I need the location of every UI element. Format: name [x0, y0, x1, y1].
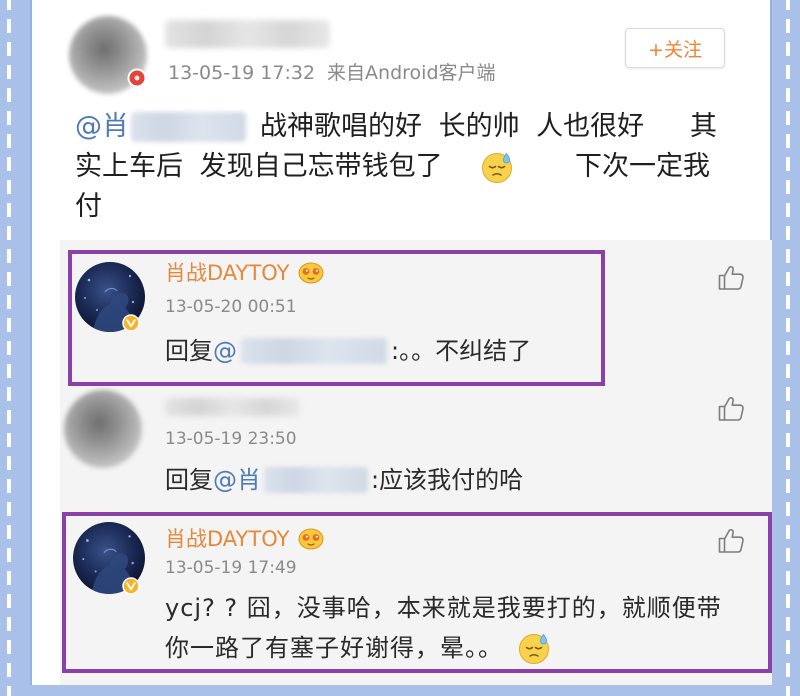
reply-timestamp: 13-05-20 00:51 — [165, 297, 297, 317]
reply-item: 肖战DAYTOY 13-05-20 00:51 回复 @ :。。不纠结了 — [60, 250, 772, 388]
post-meta: 13-05-19 17:32 来自Android客户端 — [168, 62, 496, 84]
reply-body: :。。不纠结了 — [391, 337, 532, 365]
blurred-mention — [264, 467, 368, 493]
reply-prefix: 回复 — [165, 466, 213, 494]
reply-item: 肖战DAYTOY 13-05-19 17:49 ycj? ? 囧，没事哈，本来就… — [60, 512, 772, 677]
author-name[interactable]: 肖战DAYTOY — [165, 257, 289, 287]
blurred-mention — [241, 338, 387, 364]
mention-link[interactable]: @肖 — [75, 107, 129, 147]
post-source: 来自Android客户端 — [327, 62, 496, 84]
reply-prefix: 回复 — [165, 337, 213, 365]
blurred-username — [165, 20, 330, 48]
comment-text: 其 — [690, 111, 717, 142]
author-row: 肖战DAYTOY — [165, 258, 325, 286]
mention-link[interactable]: @ — [213, 336, 237, 366]
author-name[interactable]: 肖战DAYTOY — [165, 523, 289, 553]
reply-text: 回复 @肖 :应该我付的哈 — [165, 465, 523, 495]
author-row: 肖战DAYTOY — [165, 524, 325, 552]
blurred-mention — [131, 112, 246, 142]
reply-text: ycj? ? 囧，没事哈，本来就是我要打的，就顺便带 你一路了有塞子好谢得，晕。… — [165, 588, 722, 668]
verified-badge-icon — [122, 314, 140, 332]
avatar[interactable] — [64, 390, 142, 468]
post-timestamp: 13-05-19 17:32 — [168, 62, 316, 84]
blurred-username — [165, 398, 300, 416]
thumbs-up-icon[interactable] — [716, 525, 746, 555]
follow-button[interactable]: +关注 — [625, 28, 725, 68]
reply-timestamp: 13-05-19 23:50 — [165, 429, 297, 449]
comment-text: 实上车后 发现自己忘带钱包了 — [75, 151, 443, 182]
reply-list: 肖战DAYTOY 13-05-20 00:51 回复 @:。。不纠结了 13-05… — [60, 240, 772, 685]
sweat-emoji-icon — [482, 152, 512, 183]
reply-body-line-wrap: 你一路了有塞子好谢得，晕。。 — [165, 628, 722, 668]
thumbs-up-icon[interactable] — [716, 393, 746, 423]
sweat-emoji-icon — [519, 633, 549, 664]
reply-timestamp: 13-05-19 17:49 — [165, 558, 297, 578]
reply-text: 回复 @ :。。不纠结了 — [165, 336, 531, 366]
comment-text: 战神歌唱的好 长的帅 人也很好 — [260, 111, 645, 142]
main-comment: 13-05-19 17:32 来自Android客户端 +关注 @肖 战神歌唱的好… — [0, 0, 772, 240]
frame-dashes-right — [786, 0, 790, 696]
reply-body-line: ycj? ? 囧，没事哈，本来就是我要打的，就顺便带 — [165, 594, 722, 622]
reply-body-line: 你一路了有塞子好谢得，晕。。 — [165, 634, 503, 662]
verified-badge-icon — [122, 577, 140, 595]
mention-link[interactable]: @肖 — [213, 465, 261, 495]
comment-text: 下次一定我 — [575, 151, 710, 182]
thumbs-up-icon[interactable] — [716, 262, 746, 292]
reply-item: 13-05-19 23:50 回复 @肖 :应该我付的哈 — [60, 388, 772, 506]
member-emoji-icon — [298, 528, 324, 550]
red-badge-icon — [127, 68, 147, 88]
member-emoji-icon — [298, 262, 324, 284]
comment-text: 付 — [75, 191, 102, 222]
reply-body: :应该我付的哈 — [371, 466, 524, 494]
